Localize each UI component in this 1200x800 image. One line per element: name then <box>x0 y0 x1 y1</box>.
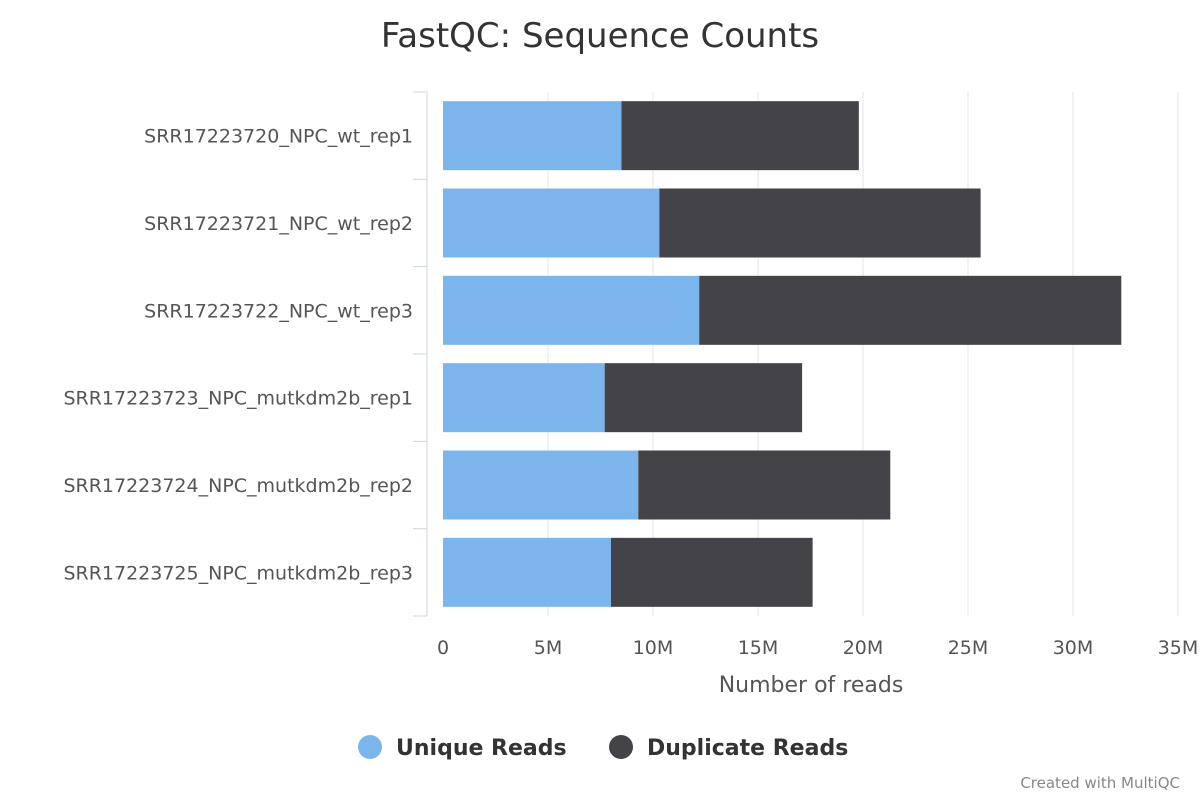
bar-unique-reads[interactable] <box>443 101 622 171</box>
x-tick-label: 30M <box>1053 637 1094 659</box>
bar-unique-reads[interactable] <box>443 363 605 433</box>
category-label: SRR17223724_NPC_mutkdm2b_rep2 <box>63 475 413 497</box>
legend-label[interactable]: Unique Reads <box>396 736 567 761</box>
bar-duplicate-reads[interactable] <box>699 275 1122 345</box>
legend: Unique Reads Duplicate Reads <box>358 735 848 761</box>
gridlines <box>547 92 1179 616</box>
x-tick-label: 5M <box>534 637 562 659</box>
x-tick-label: 10M <box>633 637 674 659</box>
legend-marker[interactable] <box>609 735 633 759</box>
legend-marker[interactable] <box>358 735 382 759</box>
bar-duplicate-reads[interactable] <box>659 188 981 258</box>
bar-unique-reads[interactable] <box>443 275 700 345</box>
bar-duplicate-reads[interactable] <box>604 363 803 433</box>
x-tick-label: 35M <box>1158 637 1199 659</box>
bar-duplicate-reads[interactable] <box>621 101 859 171</box>
x-tick-label: 20M <box>843 637 884 659</box>
bar-unique-reads[interactable] <box>443 537 611 607</box>
x-tick-label: 25M <box>948 637 989 659</box>
x-tick-label: 0 <box>437 637 449 659</box>
bar-unique-reads[interactable] <box>443 188 660 258</box>
legend-label[interactable]: Duplicate Reads <box>647 736 848 761</box>
bar-duplicate-reads[interactable] <box>638 450 891 520</box>
sequence-counts-chart: FastQC: Sequence Counts 0 5M 10M 15M 20M 25M 3… <box>63 16 1199 792</box>
x-axis-title: Number of reads <box>719 673 904 698</box>
x-tick-label: 15M <box>738 637 779 659</box>
chart-title: FastQC: Sequence Counts <box>381 16 819 56</box>
multiqc-credit-link[interactable]: Created with MultiQC <box>1020 774 1180 792</box>
category-label: SRR17223721_NPC_wt_rep2 <box>144 213 413 235</box>
bars <box>443 101 1122 607</box>
bar-duplicate-reads[interactable] <box>611 537 813 607</box>
category-label: SRR17223725_NPC_mutkdm2b_rep3 <box>63 562 413 584</box>
category-label: SRR17223720_NPC_wt_rep1 <box>144 126 413 148</box>
category-label: SRR17223722_NPC_wt_rep3 <box>144 300 413 322</box>
bar-unique-reads[interactable] <box>443 450 639 520</box>
category-label: SRR17223723_NPC_mutkdm2b_rep1 <box>63 388 413 410</box>
